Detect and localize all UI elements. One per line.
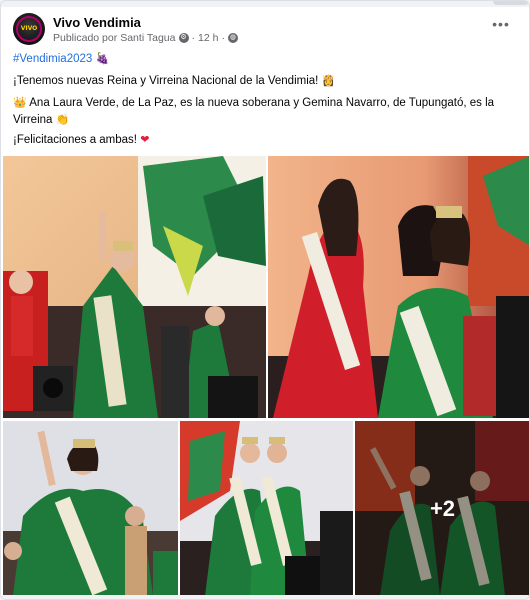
bottom-strip [1,595,529,599]
photo-4[interactable] [180,421,353,596]
text-line-1-content: ¡Tenemos nuevas Reina y Virreina Naciona… [13,75,319,87]
red-heart-icon: ❤ [140,134,150,146]
post-header: VIVO Vivo Vendimia Publicado por Santi T… [13,13,517,49]
photo-3[interactable] [3,421,178,596]
photo-3-image [3,421,178,596]
crown-icon: 👑 [13,97,27,109]
crowned-woman-icon: 👸 [321,75,336,87]
post-time[interactable]: 12 h [198,32,218,44]
gear-badge-icon: ⚙ [178,33,189,43]
grapes-icon: 🍇 [95,53,110,65]
clapping-hands-icon: 👏 [55,114,70,126]
page-name[interactable]: Vivo Vendimia [53,15,141,30]
more-options-button[interactable]: ••• [489,17,513,37]
top-strip-tab [493,1,529,5]
author-name[interactable]: Santi Tagua [120,32,175,44]
top-strip [1,1,529,7]
meta-prefix: Publicado por [53,32,118,44]
text-line-3-content: ¡Felicitaciones a ambas! [13,134,137,146]
avatar-ring [16,16,42,42]
photo-1[interactable] [3,156,266,418]
globe-icon: ◍ [227,33,238,43]
text-line-1: ¡Tenemos nuevas Reina y Virreina Naciona… [13,73,517,90]
text-line-2-content: Ana Laura Verde, de La Paz, es la nueva … [13,97,495,126]
photo-2[interactable] [268,156,529,418]
hashtag-link[interactable]: #Vendimia2023 [13,53,92,65]
post-meta: Publicado por Santi Tagua ⚙ · 12 h · ◍ [53,32,238,44]
photo-5[interactable]: +2 [355,421,529,596]
photo-2-image [268,156,529,418]
separator: · [191,32,196,44]
photo-1-image [3,156,266,418]
photo-gallery: +2 [1,156,529,599]
text-line-3: ¡Felicitaciones a ambas! ❤ [13,132,517,149]
post-card: VIVO Vivo Vendimia Publicado por Santi T… [0,0,530,600]
avatar[interactable]: VIVO [13,13,45,45]
separator: · [221,32,225,44]
hashtag-line: #Vendimia2023 🍇 [13,51,517,68]
photo-4-image [180,421,353,596]
more-photos-overlay[interactable]: +2 [355,421,529,596]
text-line-2: 👑 Ana Laura Verde, de La Paz, es la nuev… [13,95,517,129]
